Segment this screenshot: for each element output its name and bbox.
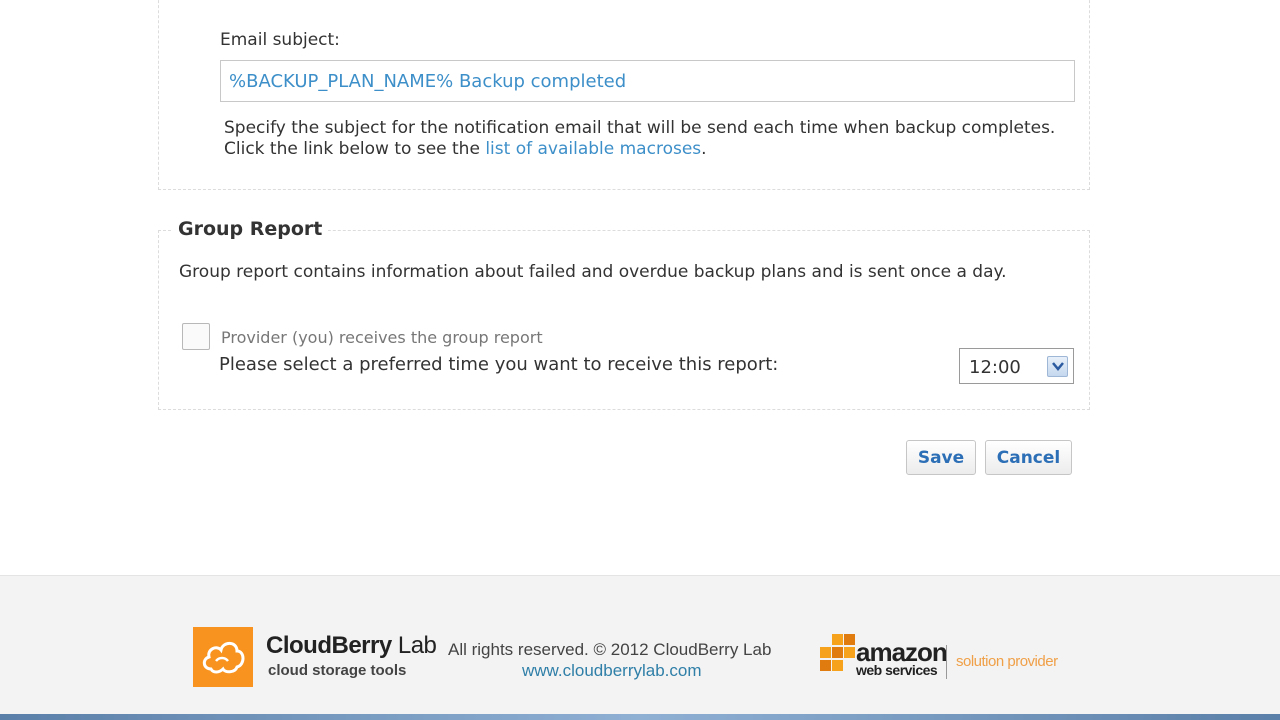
aws-wordmark: amazon xyxy=(856,637,948,667)
aws-divider xyxy=(946,645,947,679)
macroses-link[interactable]: list of available macroses xyxy=(485,139,701,159)
footer-bottom-bar xyxy=(0,714,1280,720)
brand-name-bold: CloudBerry xyxy=(266,632,392,659)
group-report-checkbox[interactable] xyxy=(182,323,210,350)
aws-solution-provider: solution provider xyxy=(956,653,1058,670)
aws-subtitle: web services xyxy=(856,662,938,678)
copyright-text: All rights reserved. © 2012 CloudBerry L… xyxy=(448,640,772,659)
cloudberry-logo-icon xyxy=(193,627,253,687)
aws-cubes-icon xyxy=(820,634,855,671)
report-time-value: 12:00 xyxy=(969,357,1021,378)
chevron-down-icon[interactable] xyxy=(1047,356,1068,377)
email-subject-input[interactable] xyxy=(220,60,1075,102)
help-text-after: . xyxy=(701,139,707,159)
cloudberry-tagline: cloud storage tools xyxy=(268,662,407,679)
group-report-checkbox-label[interactable]: Provider (you) receives the group report xyxy=(221,328,543,347)
group-report-fieldset xyxy=(158,230,1090,410)
email-subject-label: Email subject: xyxy=(220,30,340,50)
cloudberry-site-link[interactable]: www.cloudberrylab.com xyxy=(522,661,702,681)
cloudberry-brand-name: CloudBerry Lab xyxy=(266,632,437,660)
group-report-title: Group Report xyxy=(172,218,329,240)
cancel-button[interactable]: Cancel xyxy=(985,440,1072,475)
report-time-prompt: Please select a preferred time you want … xyxy=(219,354,779,375)
report-time-select[interactable]: 12:00 xyxy=(959,348,1074,384)
save-button[interactable]: Save xyxy=(906,440,976,475)
brand-name-rest: Lab xyxy=(391,632,437,659)
group-report-description: Group report contains information about … xyxy=(179,262,1007,282)
email-subject-help: Specify the subject for the notification… xyxy=(224,118,1064,160)
